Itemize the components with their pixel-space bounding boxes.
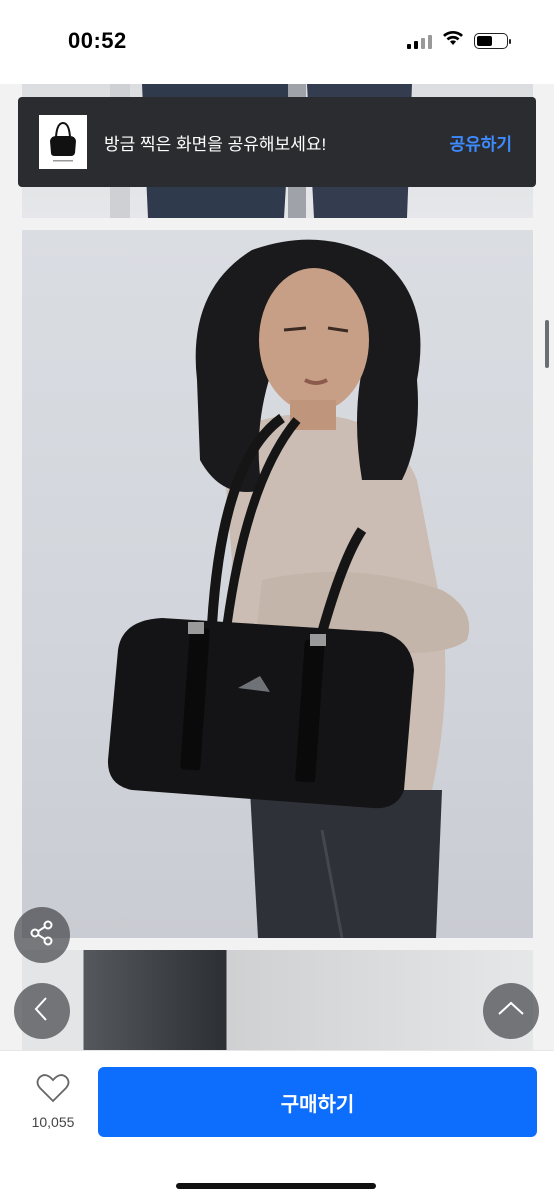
product-photo-bottom: [22, 950, 533, 1050]
home-indicator: [176, 1183, 376, 1189]
chevron-left-icon: [30, 995, 54, 1028]
cellular-signal-icon: [407, 33, 432, 49]
buy-button[interactable]: 구매하기: [98, 1067, 537, 1137]
bag-thumbnail: [39, 115, 87, 169]
status-bar: 00:52: [0, 0, 554, 84]
bottom-action-bar: 10,055 구매하기: [0, 1050, 554, 1200]
back-button[interactable]: [14, 983, 70, 1039]
product-gallery[interactable]: [0, 84, 554, 1050]
battery-icon: [474, 32, 511, 49]
status-icons: [407, 30, 511, 51]
status-time: 00:52: [68, 28, 127, 53]
share-toast: 방금 찍은 화면을 공유해보세요! 공유하기: [18, 97, 536, 187]
share-icon: [28, 919, 56, 952]
chevron-up-icon: [497, 999, 525, 1024]
share-now-button[interactable]: 공유하기: [449, 130, 512, 155]
toast-message: 방금 찍은 화면을 공유해보세요!: [104, 134, 327, 154]
share-button[interactable]: [14, 907, 70, 963]
scroll-to-top-button[interactable]: [483, 983, 539, 1039]
scrollbar[interactable]: [545, 320, 549, 368]
heart-icon: [36, 1073, 70, 1108]
product-photo-model-with-bag: [22, 230, 533, 938]
like-count: 10,055: [31, 1114, 75, 1130]
like-button[interactable]: 10,055: [22, 1073, 84, 1130]
wifi-icon: [442, 30, 464, 51]
